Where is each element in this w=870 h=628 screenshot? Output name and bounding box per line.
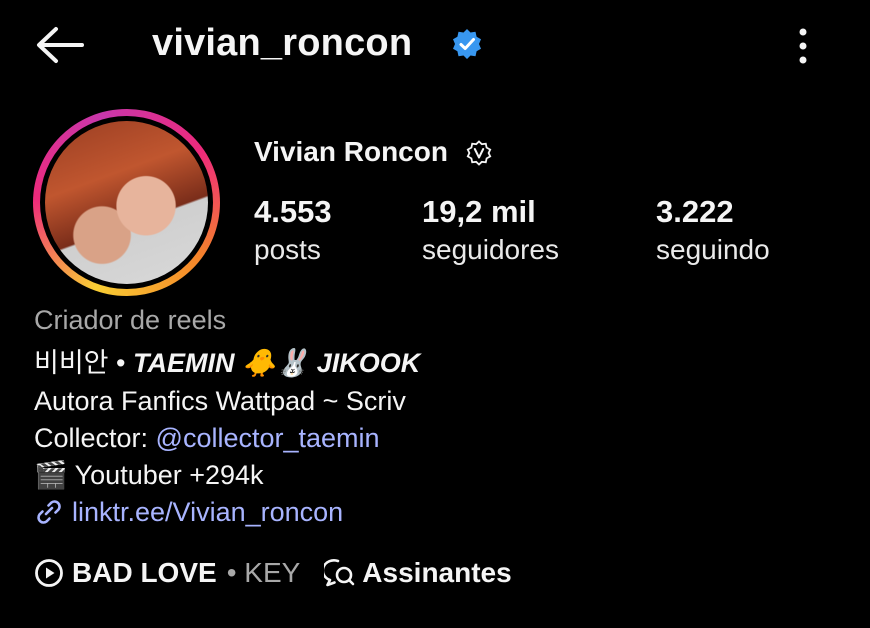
subscribers-label[interactable]: Assinantes — [362, 557, 511, 589]
more-options-icon[interactable] — [788, 24, 818, 68]
link-icon — [37, 500, 61, 524]
verified-badge-icon — [453, 29, 481, 59]
bio-line-4: 🎬 Youtuber +294k — [34, 460, 264, 490]
stat-followers-value: 19,2 mil — [422, 194, 536, 229]
bio-line-3-prefix: Collector: — [34, 423, 156, 453]
top-bar: vivian_roncon — [0, 0, 870, 90]
stat-followers-label: seguidores — [422, 234, 559, 265]
avatar-border — [40, 116, 213, 289]
profile-username: vivian_roncon — [152, 22, 413, 64]
bio-line-1: 비비안 • TAEMIN 🐥🐰 JIKOOK — [34, 346, 420, 381]
profile-chips-row: BAD LOVE • KEY Assinantes — [34, 557, 512, 589]
bio-line-2: Autora Fanfics Wattpad ~ Scriv — [34, 386, 406, 416]
stat-following-label: seguindo — [656, 234, 770, 265]
profile-full-name: Vivian Roncon — [254, 136, 448, 167]
bio-line-1-prefix: 비비안 • — [34, 348, 133, 378]
music-song-title[interactable]: BAD LOVE — [72, 557, 217, 589]
bio-mention-link[interactable]: @collector_taemin — [156, 423, 380, 453]
stat-posts-label: posts — [254, 234, 321, 265]
stat-posts-value: 4.553 — [254, 194, 332, 229]
bio-line-1-highlight: TAEMIN 🐥🐰 JIKOOK — [132, 348, 421, 378]
play-circle-icon[interactable] — [34, 558, 64, 588]
stat-following[interactable]: 3.222 seguindo — [656, 193, 770, 269]
bio-external-link[interactable]: linktr.ee/Vivian_roncon — [34, 495, 343, 530]
back-arrow-icon[interactable] — [34, 26, 86, 64]
stat-following-value: 3.222 — [656, 194, 734, 229]
stat-followers[interactable]: 19,2 mil seguidores — [422, 193, 559, 269]
avatar — [45, 121, 208, 284]
meta-verified-icon[interactable] — [466, 140, 492, 166]
threads-icon[interactable] — [324, 558, 356, 588]
bio-link-text: linktr.ee/Vivian_roncon — [72, 497, 344, 527]
music-artist: • KEY — [226, 557, 301, 588]
profile-avatar-story-ring[interactable] — [33, 109, 220, 296]
bio-line-3: Collector: @collector_taemin — [34, 421, 380, 456]
stat-posts[interactable]: 4.553 posts — [254, 193, 332, 269]
profile-category: Criador de reels — [34, 305, 227, 335]
